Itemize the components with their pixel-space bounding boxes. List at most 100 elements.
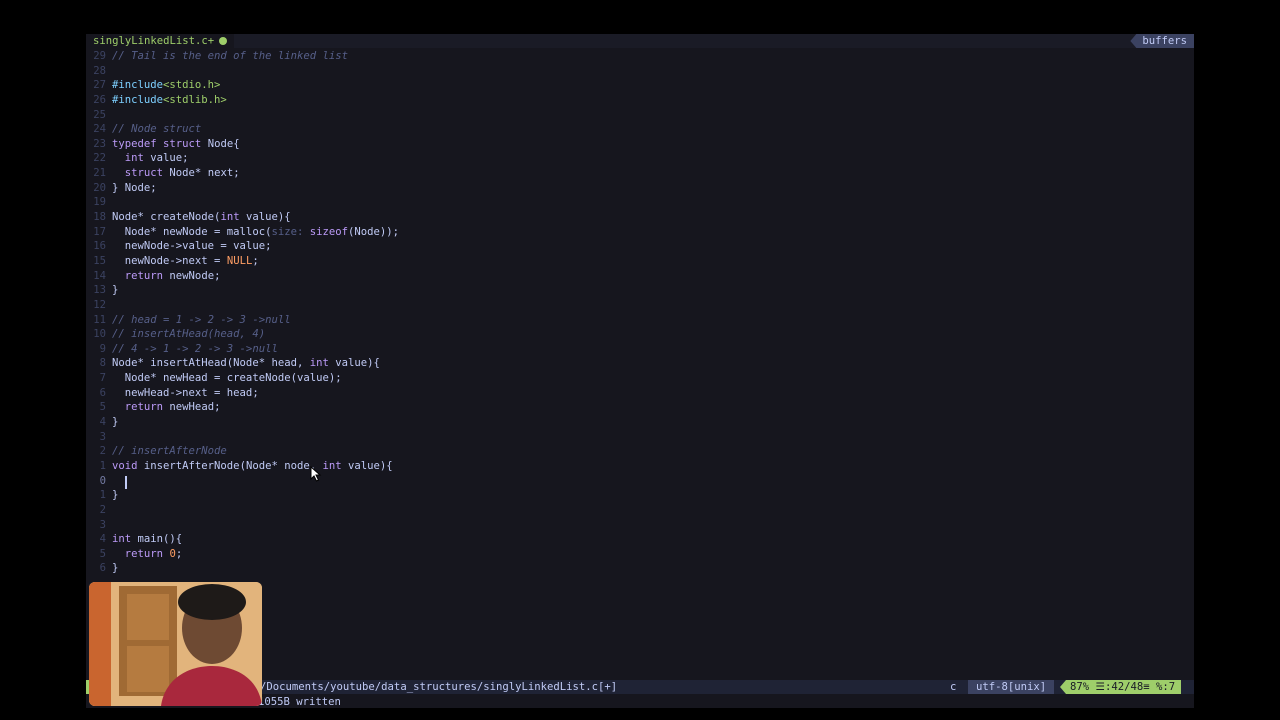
line-number: 13 (93, 284, 106, 297)
code-line[interactable]: 10 // insertAtHead(head, 4) (86, 327, 1194, 342)
line-text: Node* insertAtHead(Node* head, int value… (112, 357, 380, 370)
line-text: Node* createNode(int value){ (112, 211, 291, 224)
line-number: 11 (93, 313, 106, 326)
code-line[interactable]: 23 typedef struct Node{ (86, 137, 1194, 152)
code-line[interactable]: 15 newNode->next = NULL; (86, 254, 1194, 269)
line-number: 7 (99, 372, 106, 385)
status-filepath: /Documents/youtube/data_structures/singl… (260, 681, 618, 693)
line-number: 0 (99, 474, 106, 487)
code-line[interactable]: 25 (86, 108, 1194, 123)
code-line[interactable]: 3 (86, 430, 1194, 445)
code-line[interactable]: 20 } Node; (86, 181, 1194, 196)
status-encoding: utf-8[unix] (968, 680, 1055, 694)
code-line[interactable]: 1} (86, 488, 1194, 503)
line-text: typedef struct Node{ (112, 137, 240, 150)
code-line[interactable]: 6 newHead->next = head; (86, 386, 1194, 401)
code-line[interactable]: 14 return newNode; (86, 269, 1194, 284)
code-line[interactable]: 22 int value; (86, 151, 1194, 166)
line-text: } (112, 284, 119, 297)
code-line[interactable]: 29 // Tail is the end of the linked list (86, 49, 1194, 64)
code-line[interactable]: 8 Node* insertAtHead(Node* head, int valu… (86, 356, 1194, 371)
buffer-tab[interactable]: singlyLinkedList.c+ (86, 34, 235, 48)
code-area[interactable]: 29// Tail is the end of the linked list 2… (86, 49, 1194, 576)
code-line[interactable]: 4} (86, 415, 1194, 430)
code-line[interactable]: 27 #include<stdio.h> (86, 78, 1194, 93)
line-number: 23 (93, 137, 106, 150)
code-line[interactable]: 0 (86, 474, 1194, 489)
code-line[interactable]: 6} (86, 561, 1194, 576)
code-line[interactable]: 2 (86, 503, 1194, 518)
line-number: 14 (93, 269, 106, 282)
line-number: 27 (93, 79, 106, 92)
line-number: 1 (99, 489, 106, 502)
line-text: newNode->next = NULL; (112, 254, 259, 267)
line-number: 1 (99, 459, 106, 472)
line-number: 2 (99, 445, 106, 458)
text-cursor (125, 476, 127, 489)
code-line[interactable]: 28 (86, 64, 1194, 79)
line-number: 16 (93, 240, 106, 253)
line-text: // insertAtHead(head, 4) (112, 328, 266, 341)
code-line[interactable]: 12 (86, 298, 1194, 313)
code-line[interactable]: 4 int main(){ (86, 532, 1194, 547)
line-text: Node* newHead = createNode(value); (112, 372, 342, 385)
buffer-tab-label: singlyLinkedList.c+ (93, 35, 215, 47)
line-text: // insertAfterNode (112, 445, 227, 458)
status-progress: 87% ☰:42/48≡ %:7 (1060, 680, 1182, 694)
line-number: 17 (93, 225, 106, 238)
modified-dot-icon (219, 37, 228, 45)
line-number: 3 (99, 430, 106, 443)
code-line[interactable]: 1 void insertAfterNode(Node* node, int va… (86, 459, 1194, 474)
line-number: 5 (99, 547, 106, 560)
line-number: 29 (93, 50, 106, 62)
line-number: 26 (93, 93, 106, 106)
line-number: 20 (93, 181, 106, 194)
line-text: } (112, 562, 119, 575)
code-line[interactable]: 5 return 0; (86, 547, 1194, 562)
message-text: 1055B written (258, 696, 341, 708)
line-number: 5 (99, 401, 106, 414)
line-text: // 4 -> 1 -> 2 -> 3 ->null (112, 342, 278, 355)
line-text: return newHead; (124, 401, 221, 414)
line-number: 10 (93, 328, 106, 341)
code-line[interactable]: 9 // 4 -> 1 -> 2 -> 3 ->null (86, 342, 1194, 357)
line-number: 28 (93, 64, 106, 77)
code-line[interactable]: 18 Node* createNode(int value){ (86, 210, 1194, 225)
line-number: 6 (99, 562, 106, 575)
code-line[interactable]: 16 newNode->value = value; (86, 239, 1194, 254)
line-number: 8 (99, 357, 106, 370)
code-line[interactable]: 2 // insertAfterNode (86, 444, 1194, 459)
webcam-overlay (89, 582, 262, 706)
line-number: 4 (99, 416, 106, 429)
code-line[interactable]: 26 #include<stdlib.h> (86, 93, 1194, 108)
line-number: 25 (93, 108, 106, 121)
code-line[interactable]: 3 (86, 518, 1194, 533)
mouse-pointer-icon (310, 466, 322, 482)
code-line[interactable]: 21 struct Node* next; (86, 166, 1194, 181)
line-text: // Node struct (112, 123, 202, 136)
line-text: int main(){ (112, 533, 183, 546)
line-number: 2 (99, 503, 106, 516)
line-text: // head = 1 -> 2 -> 3 ->null (112, 313, 291, 326)
code-line[interactable]: 5 return newHead; (86, 400, 1194, 415)
line-text: // Tail is the end of the linked list (112, 50, 348, 62)
line-number: 4 (99, 533, 106, 546)
code-line[interactable]: 7 Node* newHead = createNode(value); (86, 371, 1194, 386)
line-text: return newNode; (124, 269, 221, 282)
code-line[interactable]: 24 // Node struct (86, 122, 1194, 137)
code-line[interactable]: 19 (86, 195, 1194, 210)
line-text: return 0; (124, 547, 183, 560)
code-line[interactable]: 17 Node* newNode = malloc(size: sizeof(N… (86, 225, 1194, 240)
line-text: } (112, 416, 119, 429)
line-text: } Node; (112, 181, 157, 194)
code-line[interactable]: 11 // head = 1 -> 2 -> 3 ->null (86, 313, 1194, 328)
line-number: 19 (93, 196, 106, 209)
line-number: 15 (93, 254, 106, 267)
line-text: Node* newNode = malloc(size: sizeof(Node… (112, 225, 400, 238)
line-number: 3 (99, 518, 106, 531)
line-number: 18 (93, 211, 106, 224)
code-line[interactable]: 13} (86, 283, 1194, 298)
line-number: 21 (93, 167, 106, 180)
line-text: #include<stdlib.h> (112, 93, 227, 106)
line-text: int value; (124, 152, 189, 165)
